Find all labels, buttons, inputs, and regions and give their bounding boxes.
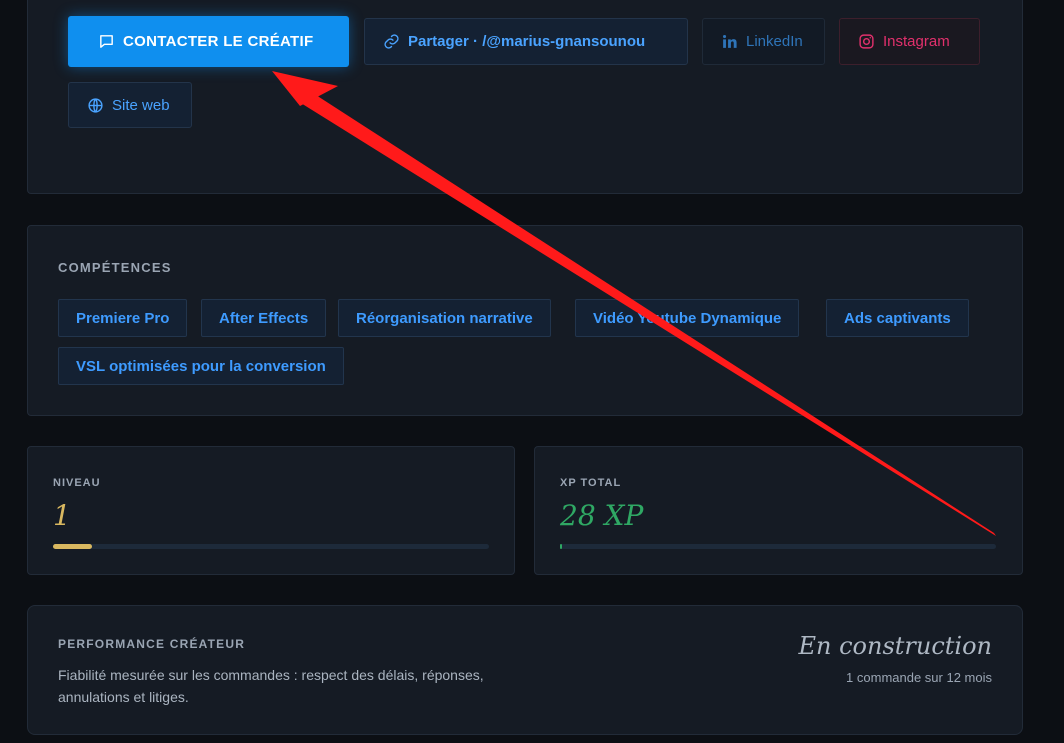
- instagram-icon: [859, 34, 874, 49]
- share-profile-button[interactable]: Partager · /@marius-gnansounou: [364, 18, 688, 65]
- skills-title: COMPÉTENCES: [58, 260, 172, 275]
- skill-tag: Premiere Pro: [58, 299, 188, 337]
- xp-progress-bar: [560, 544, 996, 549]
- xp-progress-fill: [560, 544, 563, 549]
- level-progress-fill: [53, 544, 93, 549]
- linkedin-label: LinkedIn: [746, 33, 803, 50]
- contact-creative-label: CONTACTER LE CRÉATIF: [123, 33, 314, 50]
- linkedin-button[interactable]: LinkedIn: [702, 18, 825, 65]
- linkedin-icon: [722, 34, 737, 48]
- level-value: 1: [53, 499, 71, 532]
- contact-creative-button[interactable]: CONTACTER LE CRÉATIF: [68, 16, 349, 67]
- skill-tag: Vidéo Youtube Dynamique: [575, 299, 800, 337]
- performance-title: PERFORMANCE CRÉATEUR: [58, 637, 246, 651]
- share-profile-label: Partager · /@marius-gnansounou: [408, 33, 646, 50]
- level-label: NIVEAU: [53, 477, 101, 489]
- link-icon: [384, 34, 399, 49]
- xp-card: XP TOTAL 28 XP: [534, 446, 1023, 575]
- instagram-button[interactable]: Instagram: [839, 18, 980, 65]
- message-icon: [100, 35, 113, 48]
- xp-label: XP TOTAL: [560, 477, 622, 489]
- performance-status: En construction: [798, 632, 992, 660]
- instagram-label: Instagram: [883, 33, 950, 50]
- performance-order-count: 1 commande sur 12 mois: [846, 670, 992, 685]
- globe-icon: [88, 97, 103, 113]
- website-label: Site web: [112, 96, 170, 114]
- website-button[interactable]: Site web: [68, 82, 192, 128]
- performance-card: PERFORMANCE CRÉATEUR Fiabilité mesurée s…: [27, 605, 1023, 735]
- contact-actions-card: CONTACTER LE CRÉATIF Partager · /@marius…: [27, 0, 1023, 194]
- skill-tag: After Effects: [201, 299, 327, 337]
- skill-tag: Ads captivants: [826, 299, 969, 337]
- skills-card: COMPÉTENCES Premiere Pro After Effects R…: [27, 225, 1023, 416]
- skill-tag: VSL optimisées pour la conversion: [58, 347, 344, 385]
- level-card: NIVEAU 1: [27, 446, 515, 575]
- performance-description: Fiabilité mesurée sur les commandes : re…: [58, 667, 484, 705]
- level-progress-bar: [53, 544, 489, 549]
- skill-tag: Réorganisation narrative: [338, 299, 551, 337]
- xp-value: 28 XP: [560, 499, 644, 532]
